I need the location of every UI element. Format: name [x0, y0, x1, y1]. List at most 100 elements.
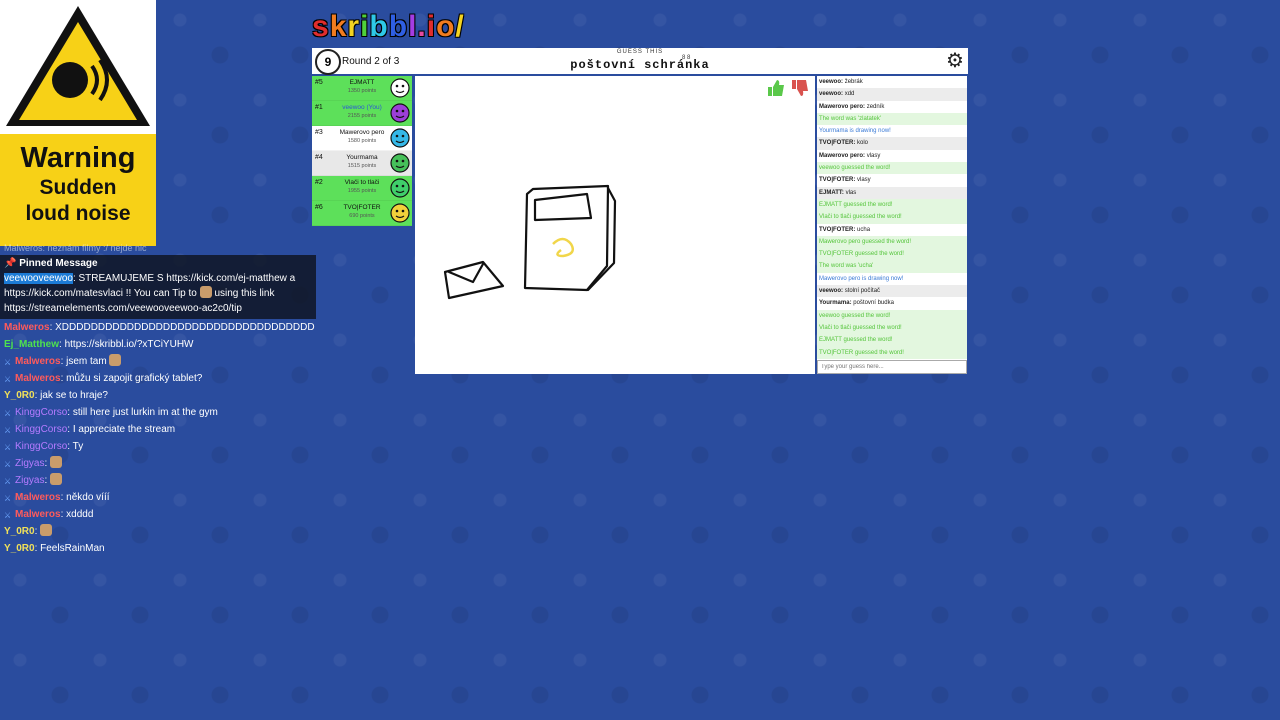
stream-chat-message: ⚔ KinggCorso: I appreciate the stream [0, 421, 316, 438]
player-rank: #5 [315, 79, 323, 86]
chat-username[interactable]: Ej_Matthew [4, 339, 59, 350]
mod-badge-icon: ⚔ [4, 426, 12, 435]
stream-chat-message: Y_0R0: [0, 523, 316, 540]
player-rank: #4 [315, 154, 323, 161]
chat-user: EJMATT: [819, 189, 846, 196]
chat-text: Mawerovo pero guessed the word! [819, 238, 912, 245]
thumbs-up-icon[interactable] [766, 78, 786, 98]
game-chat-line: The word was 'zlatatek' [817, 112, 967, 126]
mod-badge-icon: ⚔ [4, 375, 12, 384]
game-chat-line: The word was 'ucha' [817, 260, 967, 273]
chat-message-text: : Ty [67, 441, 84, 452]
chat-username[interactable]: KinggCorso [15, 441, 67, 452]
chat-username[interactable]: Malweros [15, 509, 61, 520]
stream-chat-message: ⚔ Malweros: xdddd [0, 506, 316, 523]
player-points: 1350 points [347, 88, 377, 94]
stream-chat-message: ⚔ Malweros: můžu si zapojit grafický tabl… [0, 370, 316, 387]
faded-chat-line: Malweros: neznám filmy :/ nejde nic [4, 243, 147, 253]
chat-text: poštovní budka [853, 300, 894, 307]
game-chat-line: Mawerovo pero: vlasy [817, 150, 967, 162]
warning-triangle-icon [0, 0, 156, 132]
stream-chat-message: ⚔ Zigyas: [0, 472, 316, 489]
chat-message-text: : FeelsRainMan [34, 543, 105, 554]
chat-username[interactable]: KinggCorso [15, 407, 67, 418]
skribbl-logo: skribbl.io/ [312, 10, 465, 44]
chat-text: Mawerovo pero is drawing now! [819, 275, 904, 282]
chat-user: Mawerovo pero: [819, 152, 867, 159]
chat-username[interactable]: Malweros [15, 492, 61, 503]
logo-letter: . [417, 10, 427, 43]
game-chat-line: TVO|FOTER: vlasy [817, 174, 967, 186]
player-rank: #1 [315, 104, 323, 111]
pinned-user: veewooveewoo [4, 273, 73, 284]
player-avatar-icon [389, 152, 411, 174]
pinned-title: 📌 Pinned Message [4, 258, 312, 269]
chat-text: vlasy [866, 152, 881, 159]
player-list: #5 EJMATT 1350 points #1 veewoo (You) 2155 po… [312, 76, 412, 226]
chat-text: stolní počítač [844, 288, 881, 295]
chat-text: EJMATT guessed the word! [819, 337, 893, 344]
emote-icon [50, 473, 63, 485]
chat-username[interactable]: Y_0R0 [4, 526, 35, 537]
game-chat-line: TVO|FOTER guessed the word! [817, 346, 967, 359]
player-rank: #2 [315, 179, 323, 186]
settings-gear-icon[interactable]: ⚙ [944, 50, 966, 72]
chat-user: veewoo: [819, 79, 845, 85]
logo-letter: l [408, 10, 418, 43]
player-rank: #6 [315, 204, 323, 211]
logo-letter: b [369, 10, 389, 43]
word-length-count: 8 8 [682, 55, 691, 61]
drawing-canvas[interactable] [415, 76, 815, 374]
guess-input[interactable] [817, 360, 967, 374]
warning-line1: Sudden [39, 176, 117, 199]
stream-chat-message: Malweros: XDDDDDDDDDDDDDDDDDDDDDDDDDDDDD… [0, 319, 316, 336]
logo-letter: s [312, 10, 330, 43]
chat-text: kolo [857, 140, 869, 147]
game-header: 9 Round 2 of 3 GUESS THIS poštovní schrá… [312, 48, 968, 75]
pinned-title-label: Pinned Message [19, 258, 98, 269]
game-chat-line: Yourmama: poštovní budka [817, 297, 967, 309]
game-chat-line: veewoo: xdd [817, 88, 967, 101]
game-chat-log[interactable]: veewoo: žebrák veewoo: xdd Mawerovo pero: … [817, 76, 967, 360]
chat-username[interactable]: Zigyas [15, 458, 44, 469]
player-row: #3 Mawerovo pero 1580 points [312, 126, 412, 151]
player-name: TVO|FOTER [343, 204, 381, 211]
stream-chat-message: ⚔ KinggCorso: still here just lurkin im a… [0, 404, 316, 421]
player-name: veewoo (You) [342, 104, 382, 111]
mod-badge-icon: ⚔ [4, 494, 12, 503]
chat-username[interactable]: Malweros [15, 373, 61, 384]
chat-message-text: : still here just lurkin im at the gym [67, 407, 218, 418]
chat-username[interactable]: Malweros [4, 322, 50, 333]
chat-username[interactable]: Y_0R0 [4, 390, 35, 401]
chat-user: TVO|FOTER: [819, 140, 858, 147]
game-chat-line: TVO|FOTER: ucha [817, 224, 967, 236]
player-row: #5 EJMATT 1350 points [312, 76, 412, 101]
chat-username[interactable]: Zigyas [15, 475, 44, 486]
game-chat-line: TVO|FOTER: kolo [817, 137, 967, 150]
logo-letter: i [360, 10, 370, 43]
emote-icon [50, 456, 63, 468]
chat-text: žebrák [844, 79, 863, 85]
player-row: #4 Yourmama 1515 points [312, 151, 412, 176]
game-chat-line: veewoo guessed the word! [817, 162, 967, 175]
player-name: Mawerovo pero [339, 129, 385, 136]
chat-user: TVO|FOTER: [819, 226, 858, 233]
logo-letter: i [426, 10, 437, 43]
player-avatar-icon [389, 177, 411, 199]
mod-badge-icon: ⚔ [4, 511, 12, 520]
chat-username[interactable]: Y_0R0 [4, 543, 35, 554]
stream-chat-message: Y_0R0: jak se to hraje? [0, 387, 316, 404]
warning-title: Warning [20, 142, 136, 174]
player-row: #2 Vlači to tlači 1955 points [312, 176, 412, 201]
player-avatar-icon [389, 102, 411, 124]
chat-username[interactable]: KinggCorso [15, 424, 67, 435]
logo-letter: k [329, 10, 348, 43]
tip-emote-icon [199, 286, 212, 298]
game-chat-line: veewoo: stolní počítač [817, 285, 967, 298]
logo-letter: b [388, 10, 409, 43]
thumbs-down-icon[interactable] [790, 78, 810, 98]
logo-letter: / [455, 10, 465, 43]
chat-message-text: : XDDDDDDDDDDDDDDDDDDDDDDDDDDDDDDDDDDD [49, 322, 315, 333]
warning-line2: loud noise [25, 202, 131, 225]
chat-username[interactable]: Malweros [15, 356, 61, 367]
